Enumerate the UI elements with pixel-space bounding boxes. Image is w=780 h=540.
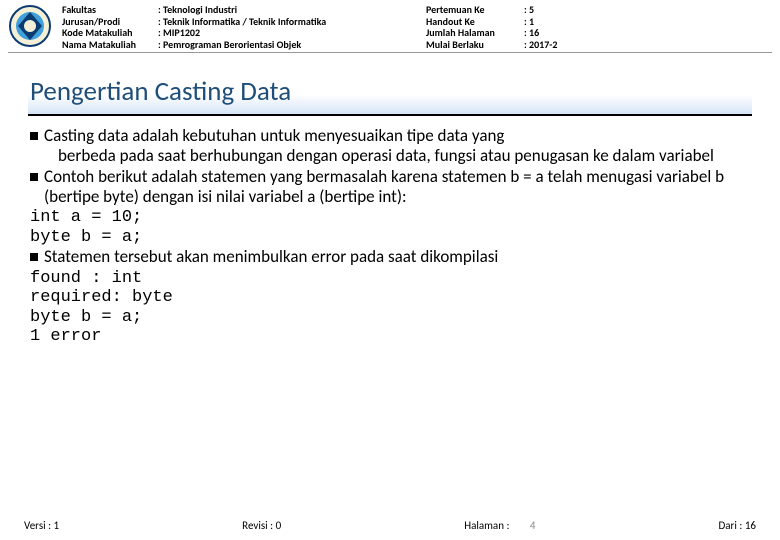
footer-versi: Versi : 1: [24, 519, 59, 532]
bullet-2-text: Contoh berikut adalah statemen yang berm…: [44, 167, 750, 206]
header-labels-left: Fakultas Jurusan/Prodi Kode Matakuliah N…: [62, 4, 150, 50]
bullet-square-icon: [30, 173, 38, 181]
content-body: Casting data adalah kebutuhan untuk meny…: [30, 126, 750, 347]
label-fakultas: Fakultas: [62, 4, 150, 16]
header-labels-right: Pertemuan Ke Handout Ke Jumlah Halaman M…: [426, 4, 516, 50]
footer-page-number: 4: [530, 519, 536, 532]
footer-dari: Dari : 16: [719, 519, 756, 532]
bullet-3-text: Statemen tersebut akan menimbulkan error…: [44, 247, 750, 267]
bullet-1-text: Casting data adalah kebutuhan untuk meny…: [44, 126, 750, 165]
header-divider: [8, 52, 772, 53]
value-handout: : 1: [524, 16, 772, 28]
bullet-square-icon: [30, 253, 38, 261]
footer-block: Versi : 1 Revisi : 0 Halaman : 4 Dari : …: [0, 519, 780, 532]
header-block: Fakultas Jurusan/Prodi Kode Matakuliah N…: [0, 0, 780, 52]
bullet-square-icon: [30, 132, 38, 140]
label-kode: Kode Matakuliah: [62, 27, 150, 39]
value-jumlah: : 16: [524, 27, 772, 39]
value-pertemuan: : 5: [524, 4, 772, 16]
label-nama: Nama Matakuliah: [62, 39, 150, 51]
code-block-1: int a = 10; byte b = a;: [30, 208, 750, 247]
label-jumlah: Jumlah Halaman: [426, 27, 516, 39]
value-mulai: : 2017-2: [524, 39, 772, 51]
value-nama: : Pemrograman Berorientasi Objek: [158, 39, 418, 51]
bullet-3: Statemen tersebut akan menimbulkan error…: [30, 247, 750, 267]
header-values-left: : Teknologi Industri : Teknik Informatik…: [158, 4, 418, 50]
page-title: Pengertian Casting Data: [28, 71, 752, 116]
institution-logo-icon: [8, 4, 52, 48]
value-kode: : MIP1202: [158, 27, 418, 39]
label-mulai: Mulai Berlaku: [426, 39, 516, 51]
footer-revisi: Revisi : 0: [242, 519, 281, 532]
header-values-right: : 5 : 1 : 16 : 2017-2: [524, 4, 772, 50]
value-fakultas: : Teknologi Industri: [158, 4, 418, 16]
label-pertemuan: Pertemuan Ke: [426, 4, 516, 16]
bullet-2: Contoh berikut adalah statemen yang berm…: [30, 167, 750, 206]
code-block-2: found : int required: byte byte b = a; 1…: [30, 269, 750, 347]
bullet-1: Casting data adalah kebutuhan untuk meny…: [30, 126, 750, 165]
footer-halaman: Halaman : 4: [464, 519, 535, 532]
